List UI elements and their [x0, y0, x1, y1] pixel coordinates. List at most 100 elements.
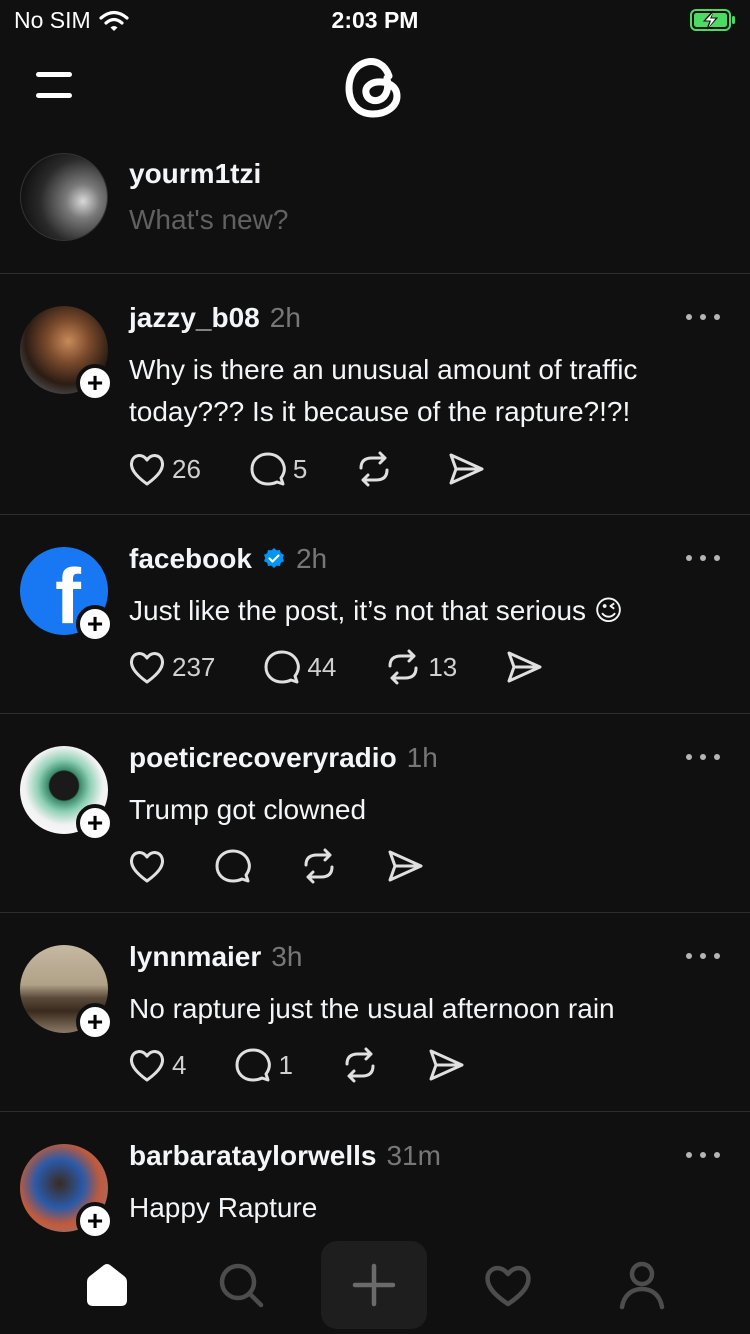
- more-options-icon[interactable]: [686, 946, 720, 966]
- more-options-icon[interactable]: [686, 1145, 720, 1165]
- heart-icon: [129, 454, 165, 486]
- post-username[interactable]: jazzy_b08: [129, 302, 260, 334]
- post-time: 3h: [271, 941, 303, 972]
- tab-activity[interactable]: [455, 1241, 561, 1329]
- post-avatar[interactable]: +: [20, 306, 114, 402]
- send-icon: [449, 453, 484, 485]
- follow-plus-icon[interactable]: +: [76, 1202, 114, 1236]
- post-avatar[interactable]: f +: [20, 547, 114, 643]
- send-icon: [388, 850, 423, 882]
- like-button[interactable]: 4: [128, 1047, 186, 1083]
- post-time: 31m: [386, 1140, 441, 1171]
- threads-logo-icon[interactable]: [339, 50, 411, 122]
- menu-icon[interactable]: [36, 69, 76, 101]
- post-time: 2h: [269, 302, 301, 333]
- home-icon: [87, 1264, 127, 1306]
- follow-plus-icon[interactable]: +: [76, 804, 114, 842]
- activity-heart-icon: [485, 1265, 531, 1307]
- share-button[interactable]: [386, 848, 424, 884]
- follow-plus-icon[interactable]: +: [76, 605, 114, 643]
- post-text: Just like the post, it’s not that seriou…: [129, 595, 624, 626]
- post-text: Happy Rapture: [129, 1192, 318, 1223]
- tab-profile[interactable]: [589, 1241, 695, 1329]
- thread-post[interactable]: + poeticrecoveryradio 1h Trump got clown…: [0, 714, 750, 913]
- post-avatar[interactable]: +: [20, 1144, 114, 1236]
- post-actions: 26 5: [128, 449, 485, 489]
- tab-home[interactable]: [54, 1241, 160, 1329]
- repost-button[interactable]: 13: [384, 649, 457, 685]
- post-username[interactable]: barbarataylorwells: [129, 1140, 376, 1172]
- share-button[interactable]: [427, 1047, 465, 1083]
- share-button[interactable]: [505, 649, 543, 685]
- post-meta: facebook 2h: [129, 543, 327, 575]
- repost-button[interactable]: [355, 451, 399, 487]
- my-avatar[interactable]: [20, 153, 108, 241]
- reply-button[interactable]: 44: [263, 649, 336, 685]
- reply-count: 5: [292, 453, 308, 484]
- post-actions: 4 1: [128, 1045, 465, 1085]
- tab-search[interactable]: [188, 1241, 294, 1329]
- reply-button[interactable]: 1: [234, 1047, 293, 1083]
- like-count: 26: [172, 453, 201, 484]
- reply-count: 44: [307, 651, 337, 682]
- post-meta: jazzy_b08 2h: [129, 302, 301, 334]
- like-count: 4: [172, 1049, 187, 1080]
- repost-icon: [345, 1047, 375, 1083]
- thread-post[interactable]: f + facebook 2h Just like the post, it’s…: [0, 515, 750, 714]
- post-avatar[interactable]: +: [20, 746, 114, 842]
- search-icon: [219, 1263, 264, 1308]
- repost-icon: [304, 848, 334, 884]
- reply-button[interactable]: 5: [249, 451, 307, 487]
- follow-plus-icon[interactable]: +: [76, 1003, 114, 1041]
- new-thread-composer[interactable]: yourm1tzi What's new?: [0, 148, 750, 274]
- post-username[interactable]: lynnmaier: [129, 941, 261, 973]
- post-meta: lynnmaier 3h: [129, 941, 302, 973]
- post-text: Trump got clowned: [129, 794, 367, 825]
- thread-post[interactable]: + lynnmaier 3h No rapture just the usual…: [0, 913, 750, 1112]
- heart-icon: [129, 851, 165, 883]
- more-options-icon[interactable]: [686, 548, 720, 568]
- heart-icon: [129, 652, 165, 684]
- like-button[interactable]: [128, 848, 166, 884]
- share-button[interactable]: [447, 451, 485, 487]
- thread-post[interactable]: + jazzy_b08 2h Why is there an unusual a…: [0, 274, 750, 515]
- post-actions: 237 44 13: [128, 647, 543, 687]
- app-header: [0, 44, 750, 134]
- repost-button[interactable]: [341, 1047, 379, 1083]
- more-options-icon[interactable]: [686, 307, 720, 327]
- like-button[interactable]: 237: [128, 649, 215, 685]
- composer-placeholder[interactable]: What's new?: [129, 204, 288, 236]
- heart-icon: [129, 1050, 165, 1082]
- send-icon: [507, 651, 542, 683]
- verified-badge-icon: [263, 548, 284, 568]
- create-icon: [352, 1263, 396, 1307]
- comment-icon: [264, 650, 301, 684]
- comment-icon: [215, 849, 251, 883]
- repost-button[interactable]: [300, 848, 338, 884]
- comment-icon: [250, 452, 286, 486]
- tab-create[interactable]: [321, 1241, 427, 1329]
- reply-count: 1: [278, 1049, 293, 1080]
- post-avatar[interactable]: +: [20, 945, 114, 1041]
- follow-plus-icon[interactable]: +: [76, 364, 114, 402]
- post-time: 1h: [406, 742, 438, 773]
- repost-count: 13: [428, 651, 458, 682]
- post-meta: barbarataylorwells 31m: [129, 1140, 441, 1172]
- post-actions: [128, 846, 424, 886]
- comment-icon: [235, 1048, 272, 1082]
- like-button[interactable]: 26: [128, 451, 201, 487]
- more-options-icon[interactable]: [686, 747, 720, 767]
- post-meta: poeticrecoveryradio 1h: [129, 742, 438, 774]
- send-icon: [429, 1049, 464, 1081]
- post-text: No rapture just the usual afternoon rain: [129, 993, 615, 1024]
- like-count: 237: [172, 651, 216, 682]
- post-username[interactable]: facebook: [129, 543, 252, 575]
- thread-post[interactable]: + barbarataylorwells 31m Happy Rapture: [0, 1112, 750, 1236]
- battery-charging-icon: [690, 9, 735, 31]
- composer-username: yourm1tzi: [129, 158, 262, 189]
- post-text: Why is there an unusual amount of traffi…: [129, 354, 638, 427]
- post-username[interactable]: poeticrecoveryradio: [129, 742, 397, 774]
- repost-icon: [359, 451, 389, 487]
- reply-button[interactable]: [214, 848, 252, 884]
- clock: 2:03 PM: [331, 7, 419, 33]
